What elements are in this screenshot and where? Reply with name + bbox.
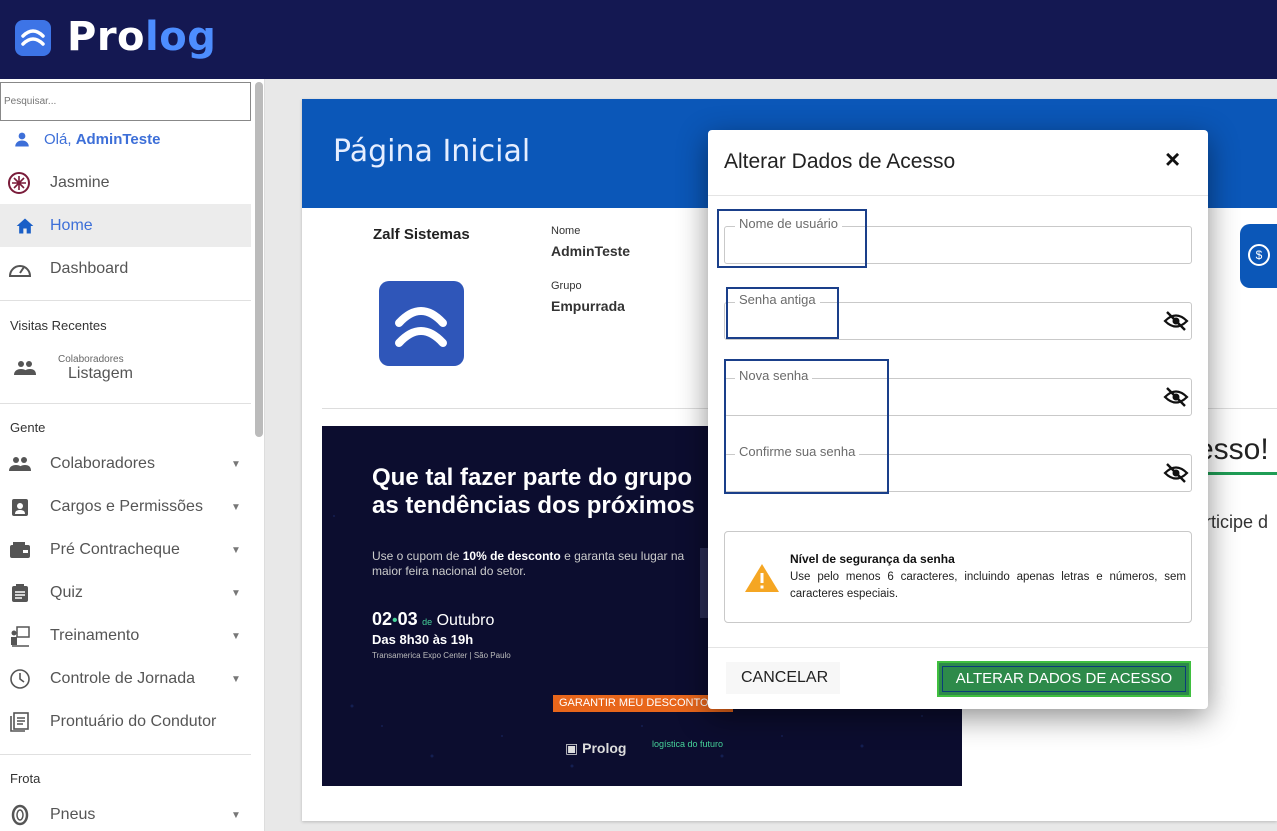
- dialog-footer-divider: [708, 647, 1208, 648]
- dialog-title: Alterar Dados de Acesso: [724, 150, 956, 173]
- change-access-dialog: Alterar Dados de Acesso × Nome de usuári…: [708, 130, 1208, 709]
- submit-button[interactable]: ALTERAR DADOS DE ACESSO: [937, 661, 1191, 697]
- visibility-off-icon[interactable]: [1163, 309, 1189, 333]
- visibility-off-icon[interactable]: [1163, 385, 1189, 409]
- highlight-new-password-labels: [724, 359, 889, 494]
- notice-text: Use pelo menos 6 caracteres, incluindo a…: [790, 571, 1186, 600]
- cancel-button[interactable]: CANCELAR: [726, 662, 840, 694]
- highlight-username-label: [717, 209, 867, 268]
- dialog-header-divider: [708, 195, 1208, 196]
- warning-icon: [745, 564, 779, 592]
- visibility-off-icon[interactable]: [1163, 461, 1189, 485]
- notice-title: Nível de segurança da senha: [790, 552, 955, 566]
- highlight-old-password-label: [726, 287, 839, 339]
- close-icon[interactable]: ×: [1165, 144, 1180, 175]
- submit-button-label: ALTERAR DADOS DE ACESSO: [942, 666, 1186, 692]
- password-strength-notice: Nível de segurança da senha Use pelo men…: [724, 531, 1192, 623]
